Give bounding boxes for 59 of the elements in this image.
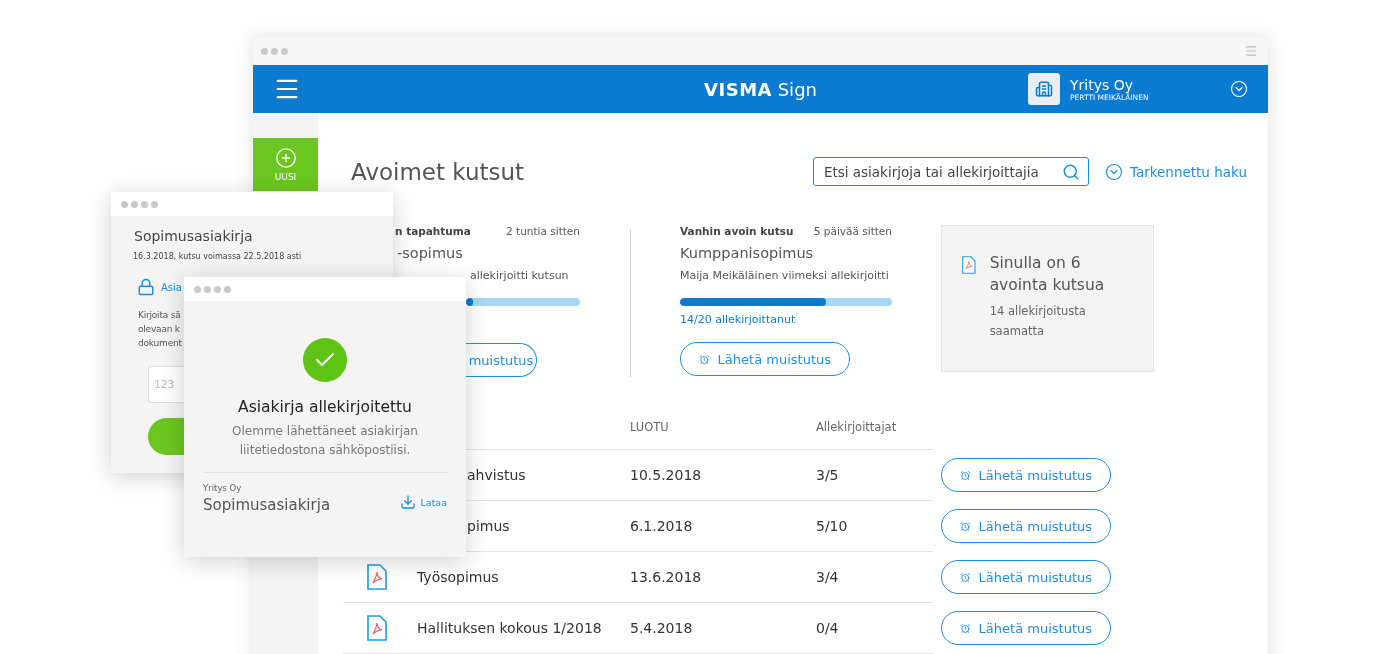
progress-label: 14/20 allekirjoittanut: [680, 313, 796, 326]
plus-icon: [274, 147, 297, 169]
document-name: Kumppanisopimus: [680, 245, 814, 261]
search-field[interactable]: Etsi asiakirjoja tai allekirjoittajia: [812, 157, 1089, 186]
document-name: Hallituksen kokous 1/2018: [417, 603, 630, 654]
window-controls: [194, 285, 231, 293]
code-field[interactable]: 123: [148, 366, 184, 403]
send-reminder-button[interactable]: Lähetä muistutus: [941, 509, 1111, 543]
summary-subtitle: 14 allekirjoitusta saamatta: [989, 303, 1087, 340]
document-name: -sopimus: [397, 245, 463, 261]
card-heading: Vanhin avoin kutsu: [680, 225, 794, 237]
date-cell: 10.5.2018: [630, 450, 816, 501]
date-cell: 6.1.2018: [630, 501, 816, 552]
column-header: LUOTU: [630, 405, 816, 450]
building-icon: [1028, 73, 1060, 105]
company-name: Yritys Oy: [1070, 76, 1135, 93]
send-reminder-button[interactable]: muistutus: [466, 343, 537, 377]
document-name: Sopimusasiakirja: [203, 496, 331, 514]
window-title: Sopimusasiakirja: [134, 228, 254, 244]
check-icon: [303, 338, 347, 382]
status-text: Maija Meikäläinen viimeksi allekirjoitti: [680, 269, 889, 282]
confirmation-message: Olemme lähettäneet asiakirjan liitetiedostona sähköpostiisi.: [231, 423, 419, 459]
chevron-down-icon: [1104, 162, 1123, 181]
signers-cell: 0/4: [816, 603, 933, 654]
company-name: Yritys Oy: [203, 483, 243, 493]
signers-cell: 5/10: [816, 501, 933, 552]
pdf-icon: [367, 615, 387, 641]
new-button[interactable]: UUSI: [253, 138, 318, 191]
summary-title: Sinulla on 6 avointa kutsua: [989, 253, 1106, 296]
document-link[interactable]: Asia: [161, 281, 182, 293]
time-label: 2 tuntia sitten: [506, 225, 580, 237]
status-text: allekirjoitti kutsun: [470, 269, 569, 282]
send-reminder-button[interactable]: Lähetä muistutus: [680, 342, 850, 376]
confirmation-title: Asiakirja allekirjoitettu: [237, 398, 413, 416]
send-reminder-button[interactable]: Lähetä muistutus: [941, 458, 1111, 492]
card-heading: n tapahtuma: [395, 225, 471, 237]
page-title: Avoimet kutsut: [351, 158, 525, 185]
signers-cell: 3/4: [816, 552, 933, 603]
validity-date: 16.3.2018, kutsu voimassa 22.5.2018 asti: [133, 252, 303, 261]
sign-button[interactable]: [148, 418, 184, 455]
send-reminder-button[interactable]: Lähetä muistutus: [941, 611, 1111, 645]
instruction-text: Kirjoita sä: [138, 309, 182, 322]
chevron-down-icon[interactable]: [1230, 80, 1248, 98]
download-icon: [399, 494, 416, 510]
app-logo: VISMA Sign: [704, 78, 817, 100]
signers-cell: 3/5: [816, 450, 933, 501]
date-cell: 5.4.2018: [630, 603, 816, 654]
pdf-icon: [367, 564, 387, 590]
time-label: 5 päivää sitten: [813, 225, 892, 237]
instruction-text: olevaan k: [138, 323, 181, 336]
search-icon: [1061, 162, 1080, 181]
instruction-text: dokument: [138, 337, 183, 350]
lock-icon: [137, 278, 155, 296]
window-controls: [261, 47, 288, 55]
window-controls: [121, 200, 158, 208]
advanced-search-link[interactable]: Tarkennettu haku: [1104, 162, 1247, 181]
column-header: Allekirjoittajat: [816, 405, 933, 450]
date-cell: 13.6.2018: [630, 552, 816, 603]
send-reminder-button[interactable]: Lähetä muistutus: [941, 560, 1111, 594]
